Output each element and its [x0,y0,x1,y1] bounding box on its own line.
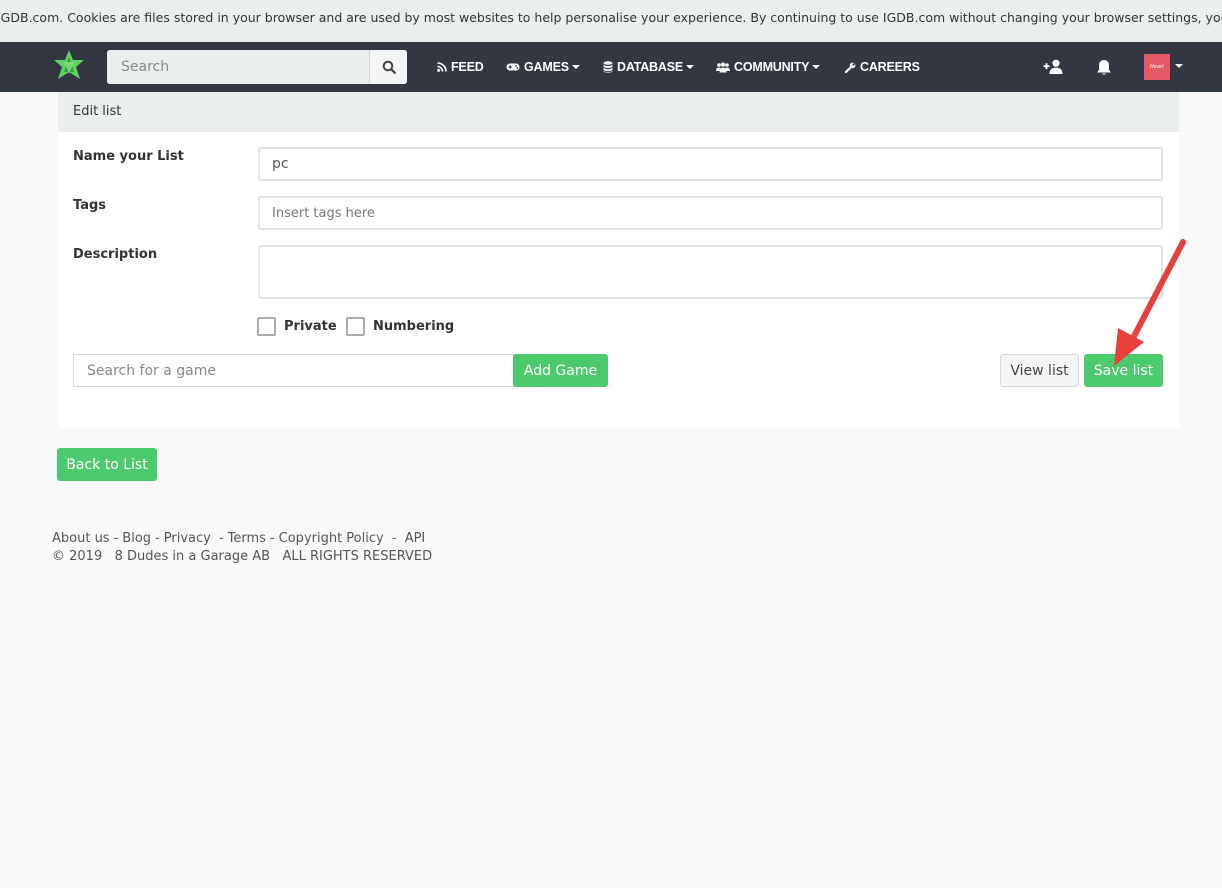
footer-link-terms[interactable]: Terms [228,531,266,546]
edit-list-panel: Edit list Name your List Tags Descriptio… [58,92,1179,428]
footer-link-copyright[interactable]: Copyright Policy [279,531,384,546]
game-search-input[interactable] [73,354,514,387]
rss-icon [437,62,447,72]
add-friend-button[interactable] [1043,42,1064,92]
nav-careers-label: CAREERS [860,60,920,74]
footer-link-api[interactable]: API [405,531,426,546]
chevron-down-icon [571,65,580,69]
numbering-checkbox-box[interactable] [346,317,365,336]
nav-feed[interactable]: FEED [437,42,484,92]
private-label: Private [284,319,337,334]
database-icon [603,61,613,73]
cookie-notice-text: IGDB.com. Cookies are files stored in yo… [0,10,1222,25]
search-icon [382,60,396,74]
panel-title: Edit list [58,92,1179,132]
nav-community-label: COMMUNITY [734,60,810,74]
user-plus-icon [1043,59,1063,74]
description-textarea[interactable] [258,245,1163,299]
site-search [107,50,407,84]
wrench-icon [845,62,856,73]
name-label: Name your List [73,149,184,164]
notifications-button[interactable] [1096,42,1112,92]
footer-copyright: © 2019 8 Dudes in a Garage AB ALL RIGHTS… [52,549,433,564]
private-checkbox-box[interactable] [257,317,276,336]
nav-community[interactable]: COMMUNITY [716,42,821,92]
top-navbar: FEED GAMES DATABASE CO [0,42,1222,92]
save-list-button[interactable]: Save list [1084,354,1163,387]
cookie-notice: IGDB.com. Cookies are files stored in yo… [0,0,1222,42]
avatar-text: Heart [1150,64,1164,70]
site-search-button[interactable] [369,50,407,84]
users-icon [716,61,730,72]
description-label: Description [73,247,158,262]
chevron-down-icon [686,65,694,69]
list-name-input[interactable] [258,147,1163,181]
site-search-input[interactable] [107,50,369,84]
chevron-down-icon [812,65,821,69]
nav-games-label: GAMES [524,60,569,74]
chevron-down-icon[interactable] [1175,64,1183,68]
igdb-logo-icon[interactable] [52,48,86,84]
bell-icon [1097,59,1111,75]
private-checkbox[interactable]: Private [257,317,337,336]
nav-careers[interactable]: CAREERS [845,42,920,92]
nav-feed-label: FEED [451,60,484,74]
back-to-list-button[interactable]: Back to List [57,448,157,481]
footer-link-privacy[interactable]: Privacy [164,531,211,546]
numbering-checkbox[interactable]: Numbering [346,317,454,336]
add-game-button[interactable]: Add Game [513,354,608,387]
tags-input[interactable] [258,196,1163,230]
view-list-button[interactable]: View list [1000,354,1079,387]
nav-database-label: DATABASE [617,60,683,74]
nav-games[interactable]: GAMES [506,42,580,92]
numbering-label: Numbering [373,319,455,334]
footer-link-about[interactable]: About us [52,531,110,546]
footer: About us - Blog - Privacy - Terms - Copyright P… [52,530,432,566]
avatar[interactable]: Heart [1144,54,1170,80]
tags-label: Tags [73,198,107,213]
gamepad-icon [506,63,520,71]
footer-link-blog[interactable]: Blog [122,531,151,546]
footer-links: About us - Blog - Privacy - Terms - Copyright P… [52,531,426,546]
nav-database[interactable]: DATABASE [603,42,694,92]
